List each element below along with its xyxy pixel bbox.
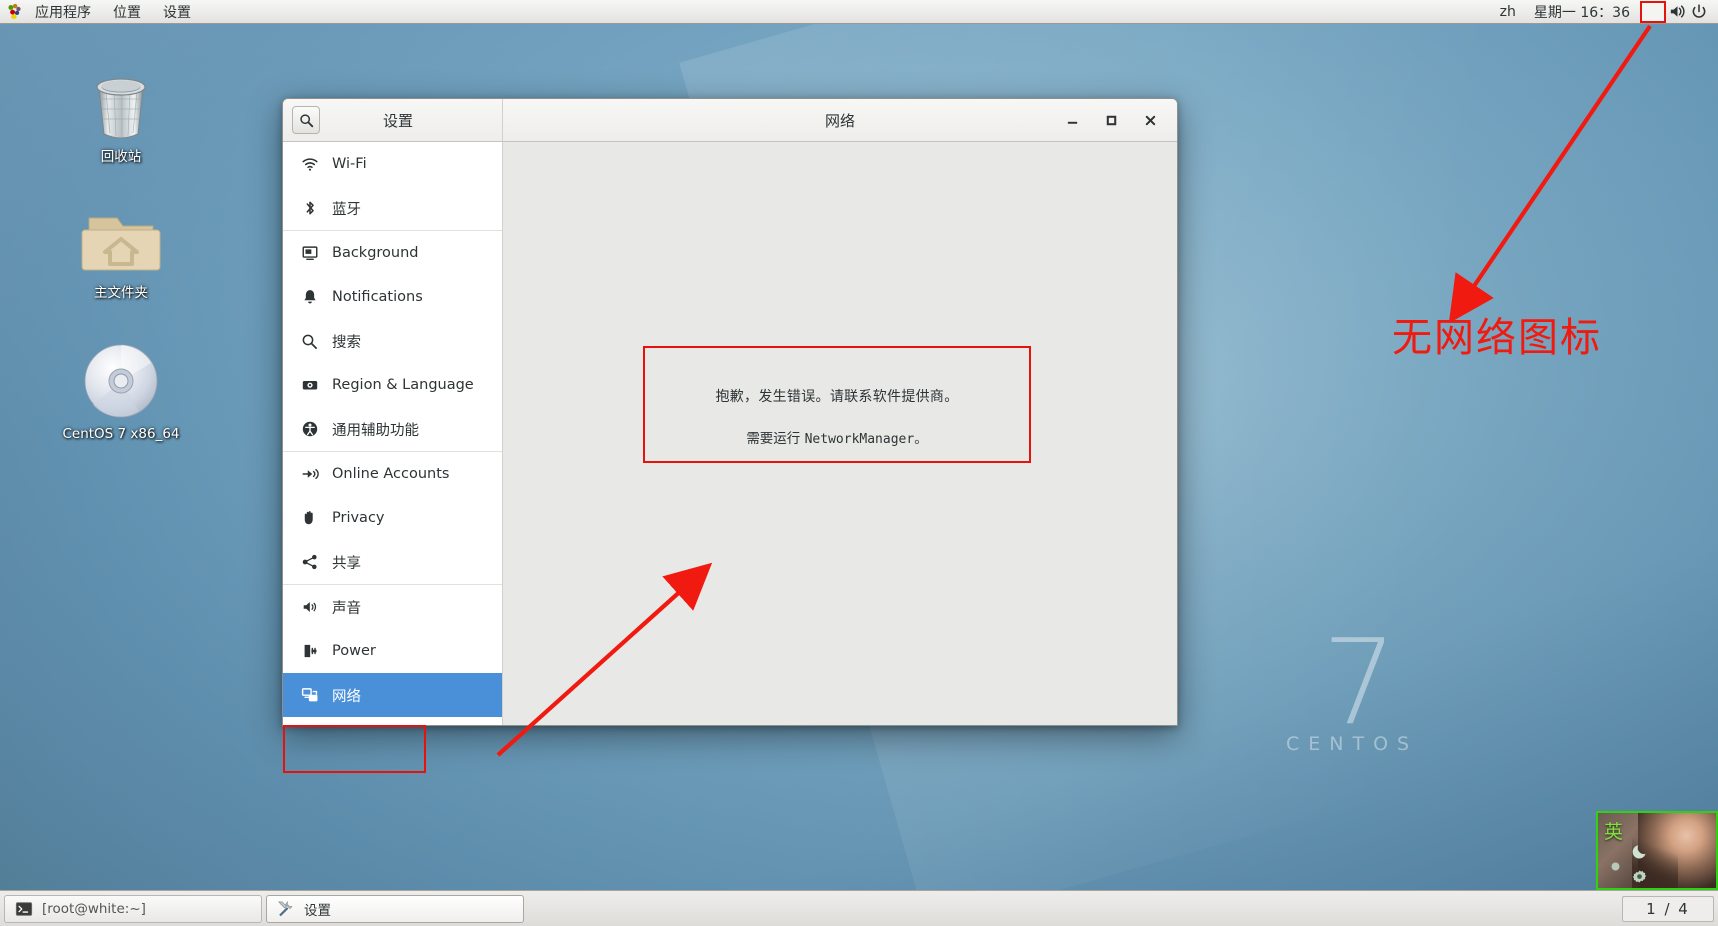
window-body: Wi-Fi 蓝牙 Background Notifications 搜索 Reg… [283, 142, 1177, 725]
sidebar-item-accessibility[interactable]: 通用辅助功能 [283, 407, 502, 451]
privacy-hand-icon [300, 509, 319, 528]
background-icon [300, 244, 319, 263]
error-line-2-suffix: 。 [914, 431, 928, 447]
input-method-panel[interactable]: 英 [1596, 811, 1718, 890]
centos-watermark-text: CENTOS [1286, 733, 1419, 755]
wifi-icon [300, 155, 319, 174]
maximize-button[interactable] [1102, 111, 1120, 129]
sidebar-item-label: 共享 [332, 555, 361, 572]
taskbar-button-terminal[interactable]: [root@white:~] [4, 894, 262, 923]
settings-sidebar: Wi-Fi 蓝牙 Background Notifications 搜索 Reg… [283, 142, 503, 725]
sidebar-item-label: 通用辅助功能 [332, 422, 419, 439]
desktop-icon-home-folder[interactable]: 主文件夹 [61, 208, 181, 301]
titlebar-right-pane: 网络 [503, 99, 1177, 141]
sidebar-item-label: Wi-Fi [332, 156, 367, 172]
centos-watermark-number: 7 [1322, 613, 1398, 751]
menu-settings[interactable]: 设置 [152, 0, 202, 23]
minimize-button[interactable] [1063, 111, 1081, 129]
dot-icon[interactable] [1610, 857, 1621, 876]
moon-icon[interactable] [1631, 841, 1651, 865]
share-icon [300, 553, 319, 572]
sidebar-item-privacy[interactable]: Privacy [283, 496, 502, 540]
trash-icon [96, 78, 146, 139]
desktop-icon-label: CentOS 7 x86_64 [62, 426, 180, 442]
desktop-icon-trash[interactable]: 回收站 [61, 72, 181, 165]
sidebar-item-sharing[interactable]: 共享 [283, 540, 502, 584]
error-line-1: 抱歉，发生错误。请联系软件提供商。 [715, 389, 959, 405]
network-icon [300, 686, 319, 705]
network-panel-content: 抱歉，发生错误。请联系软件提供商。 需要运行 NetworkManager。 [503, 142, 1177, 725]
ime-mode-indicator[interactable]: 英 [1604, 817, 1623, 844]
terminal-icon [14, 899, 33, 918]
sidebar-item-label: 网络 [332, 688, 361, 705]
window-titlebar: 设置 网络 [283, 99, 1177, 142]
sidebar-item-label: Privacy [332, 510, 385, 526]
sidebar-item-power[interactable]: Power [283, 629, 502, 673]
gear-icon[interactable] [1631, 869, 1648, 888]
missing-network-icon-highlight [1640, 0, 1666, 23]
sound-icon [300, 598, 319, 617]
sidebar-item-label: 搜索 [332, 334, 361, 351]
sidebar-item-bluetooth[interactable]: 蓝牙 [283, 186, 502, 230]
sidebar-item-background[interactable]: Background [283, 231, 502, 275]
sidebar-item-label: 蓝牙 [332, 201, 361, 218]
sidebar-item-label: Power [332, 643, 376, 659]
sidebar-item-label: 声音 [332, 600, 361, 617]
accessibility-icon [300, 420, 319, 439]
settings-tools-icon [276, 899, 295, 918]
sidebar-item-notifications[interactable]: Notifications [283, 275, 502, 319]
workspace-switcher[interactable]: 1 / 4 [1622, 895, 1714, 922]
region-language-icon [300, 376, 319, 395]
taskbar-button-label: [root@white:~] [42, 900, 146, 917]
error-line-2: 需要运行 NetworkManager。 [746, 427, 927, 447]
settings-title: 设置 [382, 111, 413, 130]
desktop-icon-label: 回收站 [100, 149, 142, 165]
search-icon [300, 332, 319, 351]
error-line-2-service-name: NetworkManager [804, 432, 915, 447]
sidebar-item-online-accounts[interactable]: Online Accounts [283, 452, 502, 496]
sidebar-item-label: Online Accounts [332, 466, 450, 482]
error-message-box: 抱歉，发生错误。请联系软件提供商。 需要运行 NetworkManager。 [643, 346, 1031, 463]
top-panel-status-area: zh 星期一 16：36 [1492, 0, 1718, 23]
bluetooth-icon [300, 199, 319, 218]
settings-window: 设置 网络 Wi-Fi 蓝牙 Background Notifications … [282, 98, 1178, 726]
search-icon [299, 113, 313, 127]
power-icon[interactable] [1688, 1, 1710, 23]
top-panel: 应用程序 位置 设置 zh 星期一 16：36 [0, 0, 1718, 24]
search-button[interactable] [292, 106, 320, 134]
error-line-2-prefix: 需要运行 [746, 431, 805, 447]
clock-text: 星期一 16：36 [1533, 4, 1630, 21]
desktop-icon-label: 主文件夹 [94, 285, 148, 301]
sidebar-item-sound[interactable]: 声音 [283, 585, 502, 629]
optical-disc-icon [84, 344, 158, 418]
titlebar-left-pane: 设置 [283, 99, 503, 141]
power-plug-icon [300, 642, 319, 661]
sidebar-item-label: Notifications [332, 289, 423, 305]
taskbar: [root@white:~] 设置 1 / 4 [0, 890, 1718, 926]
taskbar-button-settings[interactable]: 设置 [266, 894, 524, 923]
desktop-icon-optical-disc[interactable]: CentOS 7 x86_64 [61, 341, 181, 442]
clock[interactable]: 星期一 16：36 [1524, 2, 1640, 22]
close-button[interactable] [1141, 111, 1159, 129]
menu-applications[interactable]: 应用程序 [24, 0, 102, 23]
home-folder-icon [81, 217, 161, 271]
sidebar-item-label: Background [332, 245, 419, 261]
sidebar-item-network[interactable]: 网络 [283, 673, 502, 717]
gnome-foot-icon [6, 3, 23, 20]
sidebar-item-region-language[interactable]: Region & Language [283, 363, 502, 407]
sidebar-item-label: Region & Language [332, 377, 474, 393]
taskbar-button-label: 设置 [304, 902, 331, 919]
menu-places[interactable]: 位置 [102, 0, 152, 23]
sidebar-item-search[interactable]: 搜索 [283, 319, 502, 363]
online-accounts-icon [300, 465, 319, 484]
bell-icon [300, 288, 319, 307]
top-panel-menus: 应用程序 位置 设置 [0, 0, 202, 23]
window-controls [1063, 111, 1177, 129]
sidebar-item-wifi[interactable]: Wi-Fi [283, 142, 502, 186]
volume-icon[interactable] [1666, 1, 1688, 23]
keyboard-language-indicator[interactable]: zh [1492, 4, 1524, 20]
